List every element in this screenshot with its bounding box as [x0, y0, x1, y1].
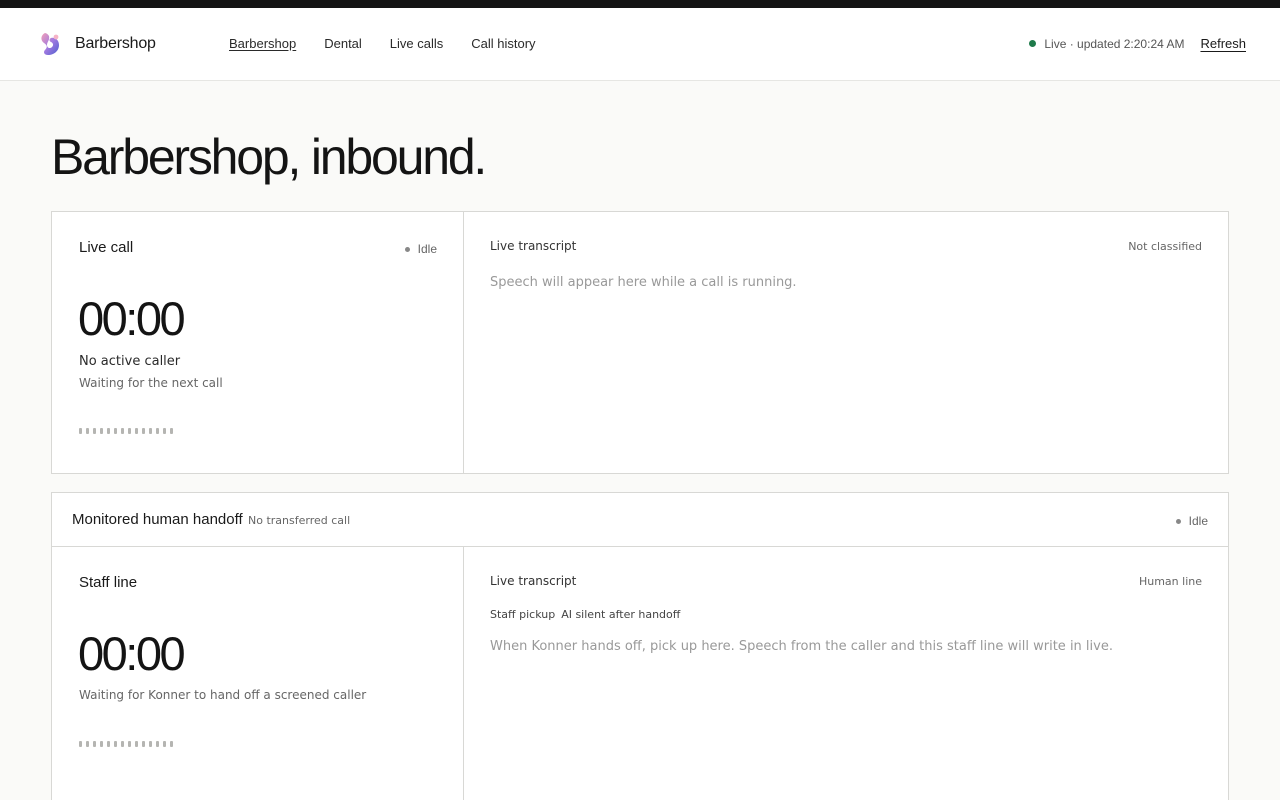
nav-barbershop[interactable]: Barbershop [229, 36, 296, 51]
staff-line-subtext: Waiting for Konner to hand off a screene… [79, 688, 367, 702]
handoff-transcript-placeholder: When Konner hands off, pick up here. Spe… [490, 639, 1113, 654]
brand[interactable]: Barbershop [36, 30, 156, 58]
refresh-button[interactable]: Refresh [1200, 36, 1246, 51]
live-call-title: Live call [79, 239, 134, 256]
tag-staff-pickup: Staff pickup [490, 608, 556, 621]
nav-live-calls[interactable]: Live calls [390, 36, 443, 51]
status-dot-icon [404, 246, 410, 252]
live-call-card: Live call Idle 00:00 No active caller Wa… [52, 212, 464, 473]
staff-line-timer: 00:00 [78, 627, 186, 680]
handoff-transcript-title: Live transcript [490, 574, 577, 588]
live-indicator-icon [1029, 40, 1037, 47]
live-call-panel: Live call Idle 00:00 No active caller Wa… [51, 211, 1229, 474]
main-nav: Barbershop Dental Live calls Call histor… [229, 36, 536, 51]
handoff-header: Monitored human handoff No transferred c… [52, 493, 1228, 547]
caller-subtext: Waiting for the next call [79, 376, 223, 390]
transcript-title: Live transcript [490, 239, 577, 253]
line-label: Human line [1138, 575, 1202, 588]
audio-level-meter [79, 741, 173, 747]
handoff-transcript-card: Live transcript Human line Staff pickup … [464, 547, 1228, 800]
tag-ai-silent: AI silent after handoff [561, 608, 681, 621]
handoff-panel: Monitored human handoff No transferred c… [51, 492, 1229, 800]
app-header: Barbershop Barbershop Dental Live calls … [0, 8, 1280, 81]
caller-name: No active caller [79, 354, 181, 369]
staff-line-title: Staff line [79, 574, 138, 591]
live-transcript-card: Live transcript Not classified Speech wi… [464, 212, 1228, 473]
last-updated-text: Live · updated 2:20:24 AM [1044, 36, 1185, 51]
brand-logo-icon [41, 33, 59, 55]
live-status: Live · updated 2:20:24 AM Refresh [1029, 36, 1246, 51]
top-bar [0, 0, 1280, 8]
handoff-body: Staff line 00:00 Waiting for Konner to h… [52, 547, 1228, 800]
handoff-tags: Staff pickup AI silent after handoff [490, 608, 680, 621]
call-timer: 00:00 [78, 292, 186, 345]
page-title: Barbershop, inbound. [51, 129, 487, 185]
nav-dental[interactable]: Dental [324, 36, 362, 51]
audio-level-meter [79, 428, 173, 434]
transcript-placeholder: Speech will appear here while a call is … [490, 275, 797, 290]
live-call-status-text: Idle [417, 242, 437, 256]
classification-badge: Not classified [1128, 240, 1202, 253]
handoff-title: Monitored human handoff [72, 511, 243, 528]
brand-name: Barbershop [75, 35, 156, 52]
handoff-status: Idle [1175, 514, 1208, 528]
status-dot-icon [1175, 518, 1181, 524]
live-call-status: Idle [404, 242, 437, 256]
handoff-subtitle: No transferred call [248, 514, 351, 527]
staff-line-card: Staff line 00:00 Waiting for Konner to h… [52, 547, 464, 800]
handoff-status-text: Idle [1188, 514, 1208, 528]
nav-call-history[interactable]: Call history [471, 36, 535, 51]
